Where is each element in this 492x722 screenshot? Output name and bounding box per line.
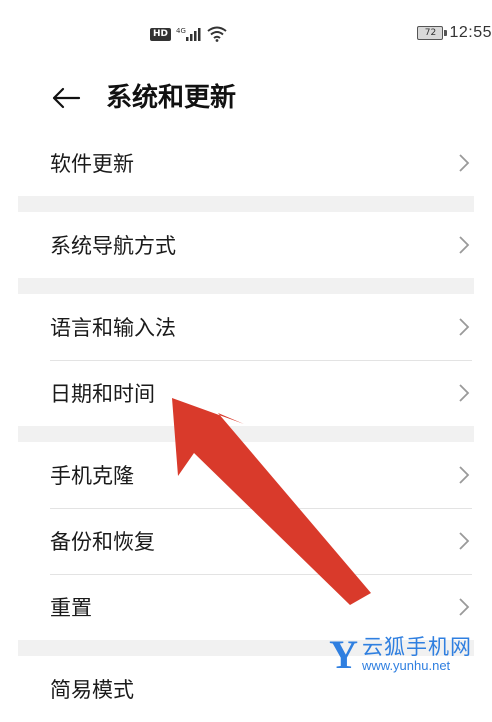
- hd-badge: HD: [150, 27, 172, 41]
- settings-item-language-input[interactable]: 语言和输入法: [18, 294, 482, 360]
- chevron-right-icon: [452, 315, 476, 339]
- settings-item-backup-restore[interactable]: 备份和恢复: [18, 508, 482, 574]
- chevron-right-icon: [452, 595, 476, 619]
- status-time: 12:55: [449, 24, 492, 41]
- wifi-icon: [207, 26, 227, 42]
- group-divider: [18, 426, 474, 442]
- watermark-url: www.yunhu.net: [362, 658, 451, 674]
- settings-group: 系统导航方式: [0, 212, 492, 278]
- status-bar: HD 4G 72 12:55: [0, 0, 492, 70]
- settings-item-label: 软件更新: [50, 152, 134, 176]
- settings-item-label: 语言和输入法: [50, 316, 176, 340]
- watermark-text: 云狐手机网 www.yunhu.net: [362, 636, 472, 673]
- settings-item-label: 备份和恢复: [50, 530, 155, 554]
- settings-item-software-update[interactable]: 软件更新: [18, 130, 482, 196]
- settings-item-system-navigation[interactable]: 系统导航方式: [18, 212, 482, 278]
- group-divider: [18, 278, 474, 294]
- watermark: Y 云狐手机网 www.yunhu.net: [329, 635, 472, 675]
- page-header: 系统和更新: [0, 70, 492, 126]
- watermark-logo: Y: [329, 632, 358, 677]
- chevron-right-icon: [452, 233, 476, 257]
- settings-item-label: 简易模式: [50, 678, 134, 702]
- settings-item-phone-clone[interactable]: 手机克隆: [18, 442, 482, 508]
- chevron-right-icon: [452, 529, 476, 553]
- settings-list: 软件更新 系统导航方式 语言和输入法 日期和时间 手机克隆 备份和恢复 重置 简…: [0, 130, 492, 722]
- network-label: 4G: [176, 27, 186, 35]
- settings-group: 软件更新: [0, 130, 492, 196]
- back-arrow-icon: [52, 87, 81, 109]
- chevron-right-icon: [452, 381, 476, 405]
- chevron-right-icon: [452, 151, 476, 175]
- settings-group: 语言和输入法 日期和时间: [0, 294, 492, 426]
- watermark-name: 云狐手机网: [362, 635, 472, 660]
- settings-item-reset[interactable]: 重置: [18, 574, 482, 640]
- status-right: 72 12:55: [417, 24, 492, 42]
- settings-item-label: 系统导航方式: [50, 234, 176, 258]
- back-button[interactable]: [46, 78, 86, 118]
- battery-icon: 72: [417, 26, 448, 40]
- settings-item-date-time[interactable]: 日期和时间: [18, 360, 482, 426]
- settings-item-label: 重置: [50, 596, 92, 620]
- group-divider: [18, 196, 474, 212]
- cellular-signal-icon: 4G: [176, 27, 201, 41]
- status-left: HD 4G: [150, 26, 227, 42]
- settings-group: 手机克隆 备份和恢复 重置: [0, 442, 492, 640]
- chevron-right-icon: [452, 463, 476, 487]
- page-title: 系统和更新: [106, 83, 237, 113]
- settings-item-label: 手机克隆: [50, 464, 134, 488]
- settings-item-label: 日期和时间: [50, 382, 155, 406]
